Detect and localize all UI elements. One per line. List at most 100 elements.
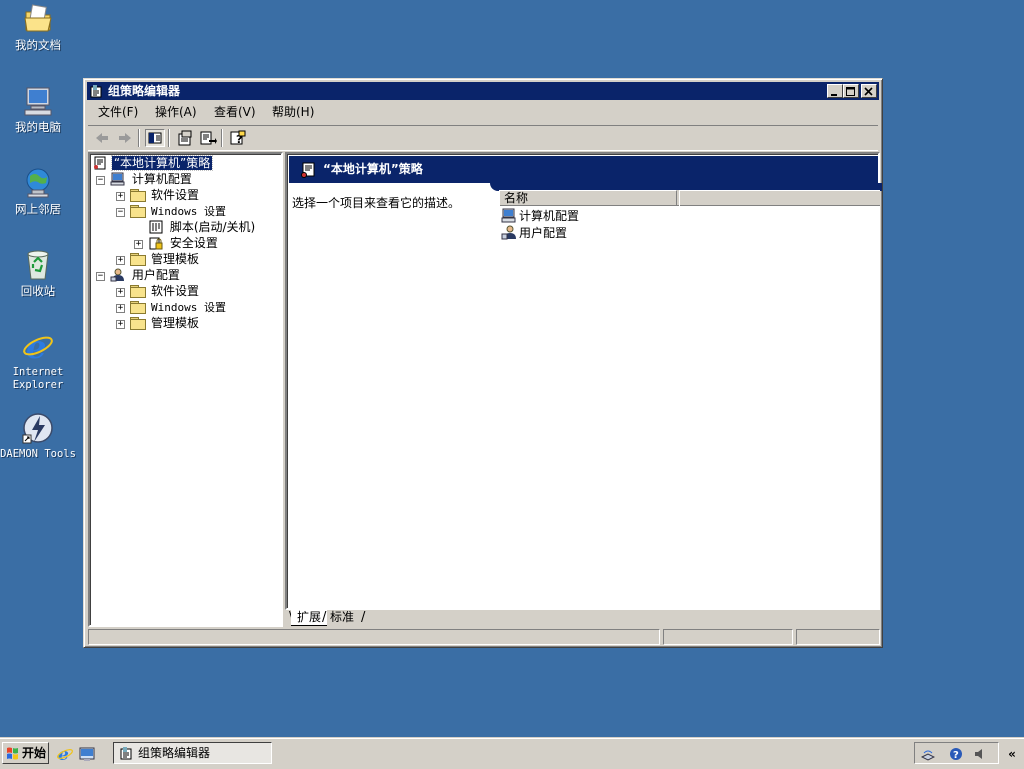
menu-help[interactable]: 帮助(H): [266, 102, 320, 122]
maximize-button[interactable]: [843, 84, 859, 98]
list-item-computer-config[interactable]: 计算机配置: [501, 208, 579, 225]
tree-label: 管理模板: [151, 316, 200, 330]
column-header-name[interactable]: 名称: [499, 190, 677, 206]
recycle-bin-icon: [21, 248, 55, 282]
view-tabs: \ 扩展 / 标准 /: [285, 610, 880, 627]
user-config-icon: [110, 268, 126, 282]
tree-label: 用户配置: [131, 268, 180, 282]
collapse-toggle[interactable]: −: [96, 272, 105, 281]
tree-item-windows-settings[interactable]: Windows 设置: [130, 203, 228, 219]
desktop-icon-my-computer[interactable]: 我的电脑: [0, 84, 76, 134]
properties-icon[interactable]: [175, 129, 195, 147]
tab-standard[interactable]: 标准: [324, 610, 360, 625]
taskbar-button-group-policy[interactable]: 组策略编辑器: [113, 742, 272, 764]
tree-item-user-windows-settings[interactable]: Windows 设置: [130, 299, 228, 315]
tree-item-user-admin-templates[interactable]: 管理模板: [130, 315, 201, 331]
computer-config-icon: [110, 172, 126, 186]
network-tray-icon[interactable]: [920, 747, 936, 761]
desktop-icon-label: 网上邻居: [15, 202, 61, 216]
close-button[interactable]: [861, 84, 877, 98]
computer-config-icon: [501, 208, 517, 223]
toolbar: ?: [88, 125, 878, 151]
folder-icon: [130, 189, 146, 202]
desktop-icon-internet-explorer[interactable]: e Internet Explorer: [0, 328, 76, 392]
tree-item-admin-templates[interactable]: 管理模板: [130, 251, 201, 267]
folder-icon: [130, 253, 146, 266]
help-icon[interactable]: ?: [228, 129, 248, 147]
desktop-icon-network-places[interactable]: 网上邻居: [0, 166, 76, 216]
policy-scroll-icon: [299, 161, 317, 179]
status-segment: [663, 629, 793, 645]
expand-toggle[interactable]: +: [116, 192, 125, 201]
tree-item-user-software-settings[interactable]: 软件设置: [130, 283, 201, 299]
group-policy-app-icon: [90, 84, 104, 98]
forward-arrow-icon[interactable]: [115, 129, 135, 147]
show-hide-tree-icon[interactable]: [145, 129, 165, 147]
minimize-button[interactable]: [827, 84, 843, 98]
tree-label: 管理模板: [151, 252, 200, 266]
collapse-toggle[interactable]: −: [116, 208, 125, 217]
tree-item-user-config[interactable]: 用户配置: [110, 267, 182, 283]
folder-icon: [130, 301, 146, 314]
expand-toggle[interactable]: +: [116, 304, 125, 313]
my-computer-icon: [21, 84, 55, 118]
tree-item-security-settings[interactable]: 安全设置: [148, 235, 220, 251]
tree-item-root[interactable]: “本地计算机”策略: [92, 155, 214, 171]
menu-bar: 文件(F) 操作(A) 查看(V) 帮助(H): [88, 102, 878, 122]
expand-toggle[interactable]: +: [116, 320, 125, 329]
tree-label: 计算机配置: [131, 172, 192, 186]
tree-label: Windows 设置: [151, 301, 226, 314]
tray-expand-chevron[interactable]: «: [1003, 744, 1021, 764]
start-button[interactable]: 开始: [2, 742, 49, 764]
toolbar-separator: [221, 129, 223, 147]
export-list-icon[interactable]: [198, 129, 218, 147]
window-title: 组策略编辑器: [108, 84, 181, 98]
menu-view[interactable]: 查看(V): [208, 102, 262, 122]
expand-toggle[interactable]: +: [116, 256, 125, 265]
list-item-label: 用户配置: [519, 226, 568, 240]
taskbar-button-label: 组策略编辑器: [138, 746, 211, 760]
script-icon: [148, 220, 164, 234]
list-header: 名称: [499, 190, 880, 206]
pane-banner: “本地计算机”策略: [289, 156, 878, 183]
taskbar: 开始 e 组策略编辑器 ? «: [0, 738, 1024, 769]
daemon-tools-icon: [21, 411, 55, 445]
column-header-empty[interactable]: [679, 190, 880, 206]
title-bar[interactable]: 组策略编辑器: [87, 82, 879, 100]
speaker-tray-icon[interactable]: [973, 747, 987, 761]
group-policy-app-icon: [120, 746, 134, 760]
back-arrow-icon[interactable]: [92, 129, 112, 147]
desktop-icon-label-line1: Internet: [12, 366, 64, 378]
desktop-icon-my-documents[interactable]: 我的文档: [0, 2, 76, 52]
svg-text:e: e: [26, 329, 46, 363]
tree-item-software-settings[interactable]: 软件设置: [130, 187, 201, 203]
banner-title: “本地计算机”策略: [323, 162, 423, 176]
internet-explorer-icon: e: [21, 328, 55, 366]
menu-file[interactable]: 文件(F): [92, 102, 144, 122]
tree-item-computer-config[interactable]: 计算机配置: [110, 171, 194, 187]
svg-text:?: ?: [953, 750, 959, 761]
menu-action[interactable]: 操作(A): [149, 102, 203, 122]
status-bar: [88, 629, 880, 646]
desktop-icon-label: 我的文档: [15, 38, 61, 52]
expand-toggle[interactable]: +: [134, 240, 143, 249]
list-item-user-config[interactable]: 用户配置: [501, 225, 567, 242]
tree-label: 软件设置: [151, 284, 200, 298]
group-policy-window: 组策略编辑器 文件(F) 操作(A) 查看(V) 帮助(H) ? “本地计算机”…: [83, 78, 883, 648]
desktop-icon-daemon-tools[interactable]: DAEMON Tools: [0, 411, 76, 461]
expand-toggle[interactable]: +: [116, 288, 125, 297]
collapse-toggle[interactable]: −: [96, 176, 105, 185]
quicklaunch-ie-icon[interactable]: e: [56, 745, 74, 765]
toolbar-separator: [138, 129, 140, 147]
system-tray: ?: [914, 742, 999, 764]
folder-icon: [130, 317, 146, 330]
desktop-icon-recycle-bin[interactable]: 回收站: [0, 248, 76, 298]
desktop-icon-label: DAEMON Tools: [0, 448, 76, 460]
tree-label: “本地计算机”策略: [110, 155, 214, 171]
tab-separator: /: [361, 610, 366, 625]
help-tray-icon[interactable]: ?: [949, 747, 963, 761]
tree-panel[interactable]: “本地计算机”策略 − 计算机配置 + 软件设置 − Windows 设置 脚本…: [88, 152, 283, 627]
quicklaunch-show-desktop-icon[interactable]: [78, 745, 96, 763]
security-lock-icon: [148, 236, 164, 250]
tree-item-scripts[interactable]: 脚本(启动/关机): [148, 219, 257, 235]
